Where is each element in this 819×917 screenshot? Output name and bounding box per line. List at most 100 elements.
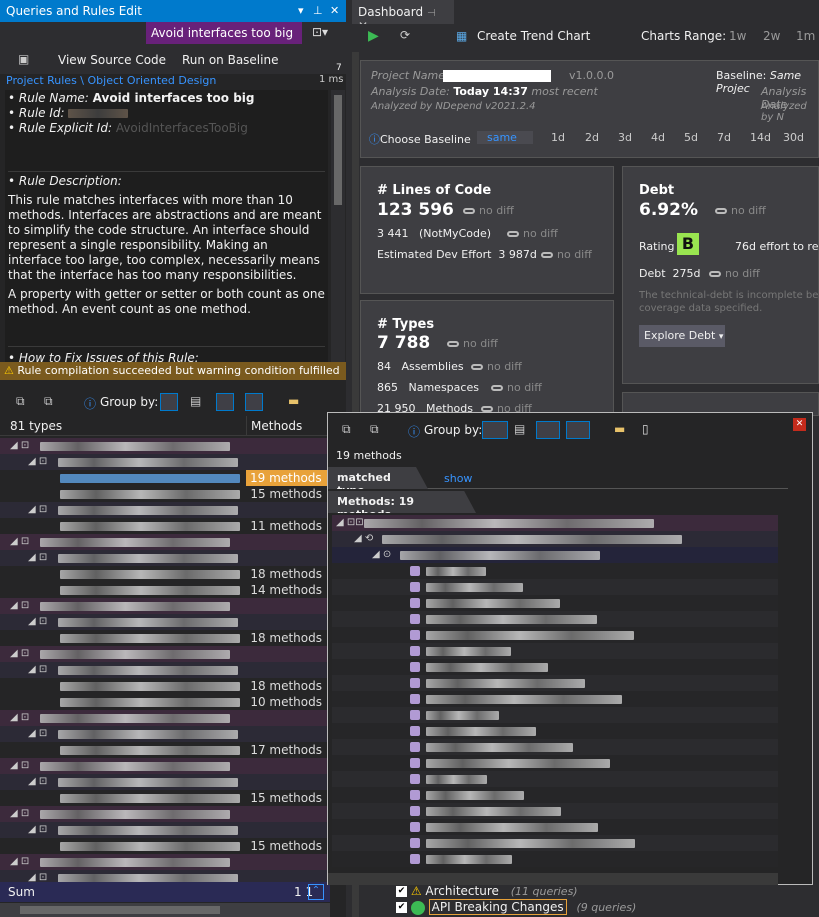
rule-group-architecture[interactable]: ✔ ⚠ Architecture (11 queries)	[396, 884, 656, 900]
close-icon[interactable]: ✕	[330, 0, 339, 22]
expand-icon[interactable]: ◢ ⊡	[10, 710, 29, 726]
table-row[interactable]: ◢ ⊡	[0, 758, 330, 774]
breadcrumb-child[interactable]: Object Oriented Design	[88, 74, 217, 87]
save-icon[interactable]: ▣	[18, 52, 29, 66]
group-member-icon[interactable]	[245, 393, 263, 411]
table-row[interactable]: ◢ ⊡	[0, 454, 330, 470]
method-row[interactable]	[332, 595, 778, 611]
expand-icon[interactable]: ◢ ⊡	[28, 726, 47, 742]
desc-scrollbar[interactable]	[331, 90, 345, 362]
method-row[interactable]	[332, 835, 778, 851]
export-icon[interactable]: ⧉	[44, 394, 53, 409]
popup-close-icon[interactable]: ✕	[793, 418, 806, 431]
table-row[interactable]: ◢ ⊡	[0, 438, 330, 454]
method-row[interactable]	[332, 579, 778, 595]
table-row[interactable]: ◢ ⊡	[0, 710, 330, 726]
range-same[interactable]: same	[477, 131, 533, 144]
method-row[interactable]	[332, 739, 778, 755]
expand-icon[interactable]: ◢ ⊡	[28, 774, 47, 790]
range-3d[interactable]: 3d	[618, 131, 632, 144]
expand-icon[interactable]: ◢ ⊡	[10, 646, 29, 662]
checkbox-icon[interactable]: ✔	[396, 886, 407, 897]
expand-icon[interactable]: ◢ ⊡	[10, 758, 29, 774]
range-1m[interactable]: 1m	[796, 29, 815, 43]
view-source-button[interactable]: View Source Code	[58, 53, 166, 67]
method-row[interactable]	[332, 723, 778, 739]
table-row[interactable]: 18 methods	[0, 678, 330, 694]
method-row[interactable]	[332, 659, 778, 675]
popup-copy-icon[interactable]: ⧉	[342, 422, 351, 437]
method-row[interactable]	[332, 771, 778, 787]
checkbox-icon[interactable]: ✔	[396, 902, 407, 913]
expand-icon[interactable]: ◢ ⊡	[10, 854, 29, 870]
table-row[interactable]: ◢ ⊡	[0, 614, 330, 630]
show-link[interactable]: show	[444, 472, 472, 485]
copy-icon[interactable]: ⧉	[16, 394, 25, 409]
assembly-node[interactable]: ◢ ⊡⊡	[332, 515, 778, 531]
range-30d[interactable]: 30d	[783, 131, 804, 144]
table-row[interactable]: 18 methods	[0, 630, 330, 646]
table-row[interactable]: 14 methods	[0, 582, 330, 598]
expand-icon[interactable]: ◢ ⊡	[10, 534, 29, 550]
table-row[interactable]: ◢ ⊡	[0, 598, 330, 614]
expand-icon[interactable]: ◢ ⊡	[28, 550, 47, 566]
table-row[interactable]: 19 methods	[0, 470, 330, 486]
group-type-icon[interactable]	[216, 393, 234, 411]
expand-icon[interactable]: ◢ ⊡	[28, 662, 47, 678]
create-trend-button[interactable]: Create Trend Chart	[477, 29, 590, 43]
method-row[interactable]	[332, 707, 778, 723]
table-row[interactable]: 17 methods	[0, 742, 330, 758]
expand-icon[interactable]: ◢ ⊡	[28, 502, 47, 518]
new-doc-icon[interactable]: ⊡▾	[312, 25, 328, 39]
table-row[interactable]: 18 methods	[0, 566, 330, 582]
method-row[interactable]	[332, 691, 778, 707]
run-icon[interactable]: ▶	[368, 28, 379, 44]
h-scrollbar[interactable]	[0, 903, 330, 917]
range-7d[interactable]: 7d	[717, 131, 731, 144]
range-5d[interactable]: 5d	[684, 131, 698, 144]
method-row[interactable]	[332, 563, 778, 579]
tab-pin-icon[interactable]: ⊣	[427, 8, 436, 19]
namespace-node[interactable]: ◢ ⟲	[332, 531, 778, 547]
group-namespace-icon[interactable]: ▤	[190, 394, 201, 408]
choose-baseline[interactable]: ⓘChoose Baseline	[369, 131, 471, 147]
popup-group-type-icon[interactable]	[536, 421, 560, 439]
type-node[interactable]: ◢ ⊙	[332, 547, 778, 563]
table-row[interactable]: ◢ ⊡	[0, 774, 330, 790]
popup-hscroll[interactable]	[328, 873, 778, 885]
popup-folder-icon[interactable]: ▬	[614, 422, 625, 436]
expand-icon[interactable]: ◢ ⊡	[10, 598, 29, 614]
table-row[interactable]: 15 methods	[0, 790, 330, 806]
popup-group-assembly-icon[interactable]	[482, 421, 508, 439]
group-assembly-icon[interactable]	[160, 393, 178, 411]
range-2w[interactable]: 2w	[763, 29, 780, 43]
folder-icon[interactable]: ▬	[288, 394, 299, 408]
info-icon[interactable]: ⓘ	[84, 395, 96, 412]
rule-group-api-breaking[interactable]: ✔ API Breaking Changes (9 queries)	[396, 899, 656, 916]
expand-icon[interactable]: ◢ ⊡	[28, 822, 47, 838]
table-row[interactable]: ◢ ⊡	[0, 854, 330, 870]
doc-tab[interactable]: Avoid interfaces too big ⊓ ✕	[146, 22, 302, 62]
matched-type-tab[interactable]: matched type	[328, 467, 428, 489]
range-14d[interactable]: 14d	[750, 131, 771, 144]
table-row[interactable]: ◢ ⊡	[0, 726, 330, 742]
method-row[interactable]	[332, 675, 778, 691]
expand-icon[interactable]: ◢ ⊡	[28, 870, 47, 882]
dashboard-tab[interactable]: Dashboard ⊣ ✕	[352, 0, 454, 33]
method-row[interactable]	[332, 627, 778, 643]
table-row[interactable]: ◢ ⊡	[0, 550, 330, 566]
range-4d[interactable]: 4d	[651, 131, 665, 144]
run-baseline-button[interactable]: Run on Baseline	[182, 53, 278, 67]
range-1w[interactable]: 1w	[729, 29, 746, 43]
popup-export-icon[interactable]: ⧉	[370, 422, 379, 437]
refresh-icon[interactable]: ⟳	[400, 28, 410, 42]
popup-group-member-icon[interactable]	[566, 421, 590, 439]
method-row[interactable]	[332, 755, 778, 771]
method-row[interactable]	[332, 611, 778, 627]
expand-icon[interactable]: ◢ ⊡	[28, 454, 47, 470]
method-row[interactable]	[332, 851, 778, 867]
popup-group-namespace-icon[interactable]: ▤	[514, 422, 525, 436]
breadcrumb-root[interactable]: Project Rules	[6, 74, 77, 87]
range-1d[interactable]: 1d	[551, 131, 565, 144]
table-row[interactable]: ◢ ⊡	[0, 822, 330, 838]
